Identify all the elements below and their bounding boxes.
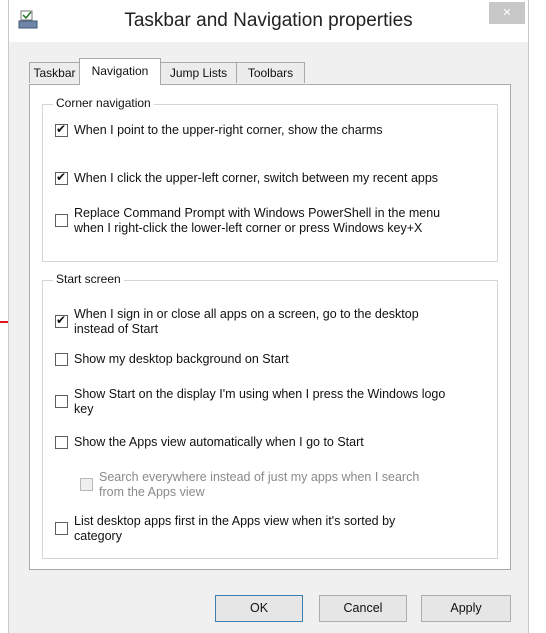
properties-dialog: Taskbar and Navigation properties × Task… xyxy=(8,0,529,633)
checkbox[interactable] xyxy=(55,353,68,366)
tab-taskbar[interactable]: Taskbar xyxy=(29,62,80,83)
close-icon: × xyxy=(502,4,512,21)
option-label-line2: when I right-click the lower-left corner… xyxy=(74,221,423,235)
navigation-tab-panel: Corner navigation When I point to the up… xyxy=(29,84,511,570)
checkbox[interactable] xyxy=(55,522,68,535)
group-title: Corner navigation xyxy=(53,96,154,110)
checkbox[interactable] xyxy=(55,122,68,137)
option-label-line1: Replace Command Prompt with Windows Powe… xyxy=(74,206,441,220)
tab-jump-lists[interactable]: Jump Lists xyxy=(160,62,237,83)
checkbox-disabled xyxy=(80,478,93,491)
option-label-line1: Search everywhere instead of just my app… xyxy=(99,470,420,484)
checkbox[interactable] xyxy=(55,395,68,408)
checkbox[interactable] xyxy=(55,214,68,227)
window-title: Taskbar and Navigation properties xyxy=(124,10,413,31)
group-title: Start screen xyxy=(53,272,124,286)
corner-navigation-group: Corner navigation When I point to the up… xyxy=(42,96,498,262)
option-label-line1: Show Start on the display I'm using when… xyxy=(74,387,446,401)
tab-navigation[interactable]: Navigation xyxy=(79,58,161,85)
start-screen-group: Start screen When I sign in or close all… xyxy=(42,272,498,559)
option-label: When I click the upper-left corner, swit… xyxy=(74,171,439,185)
option-label-line2: category xyxy=(74,529,122,543)
checkbox[interactable] xyxy=(55,436,68,449)
apply-button[interactable]: Apply xyxy=(421,595,511,622)
option-label: When I point to the upper-right corner, … xyxy=(74,123,383,137)
option-label-line2: key xyxy=(74,402,94,416)
ok-button[interactable]: OK xyxy=(215,595,303,622)
option-label: Show my desktop background on Start xyxy=(74,352,289,366)
option-label: Show the Apps view automatically when I … xyxy=(74,435,364,449)
title-bar: Taskbar and Navigation properties × xyxy=(9,0,528,42)
option-label-line1: List desktop apps first in the Apps view… xyxy=(74,514,396,528)
cancel-button[interactable]: Cancel xyxy=(319,595,407,622)
close-button[interactable]: × xyxy=(489,2,525,24)
checkbox[interactable] xyxy=(55,170,68,185)
option-label-line2: instead of Start xyxy=(74,322,159,336)
checkbox[interactable] xyxy=(55,313,68,328)
option-label-line2: from the Apps view xyxy=(99,485,205,499)
option-label-line1: When I sign in or close all apps on a sc… xyxy=(74,307,419,321)
tab-toolbars[interactable]: Toolbars xyxy=(236,62,305,83)
